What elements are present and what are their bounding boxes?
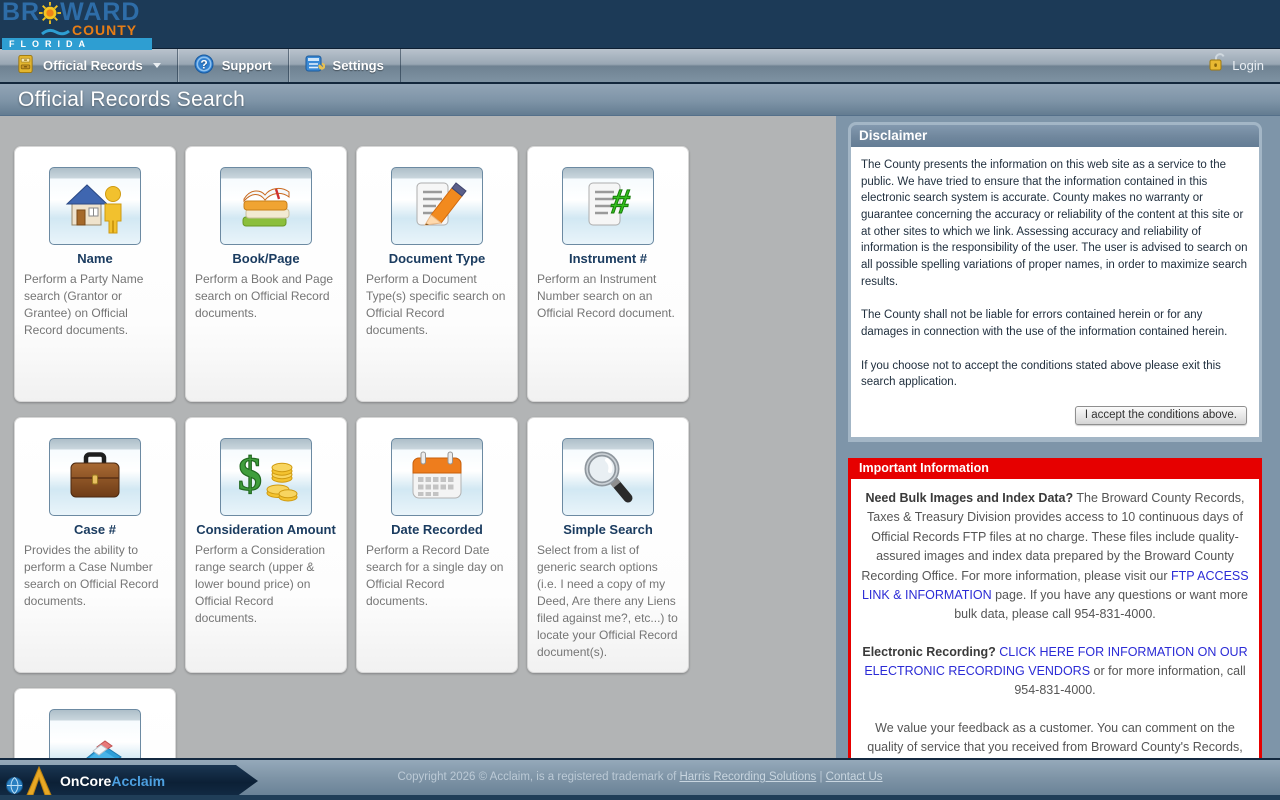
main-content: Name Perform a Party Name search (Granto… <box>0 116 1280 758</box>
card-title: Document Type <box>361 251 513 266</box>
card-consideration-amount-search[interactable]: $ Consideration Amount Perform a Conside… <box>185 417 347 673</box>
document-hash-icon: # <box>562 167 654 245</box>
logo-florida-bar: FLORIDA <box>2 38 152 50</box>
logo-text-ward: WARD <box>60 1 140 23</box>
svg-text:$: $ <box>238 448 262 501</box>
card-book-page-search[interactable]: Book/Page Perform a Book and Page search… <box>185 146 347 402</box>
important-information-header: Important Information <box>851 458 1259 479</box>
page-title: Official Records Search <box>18 88 245 112</box>
card-instrument-search[interactable]: # Instrument # Perform an Instrument Num… <box>527 146 689 402</box>
card-title: Name <box>19 251 171 266</box>
app-header: BR WARD COUNTY FLORIDA <box>0 0 1280 48</box>
svg-text:?: ? <box>200 58 207 72</box>
card-description: Perform a Record Date search for a singl… <box>357 542 517 610</box>
card-description: Perform an Instrument Number search on a… <box>528 271 688 322</box>
contact-us-link[interactable]: Contact Us <box>826 771 883 783</box>
card-document-type-search[interactable]: Document Type Perform a Document Type(s)… <box>356 146 518 402</box>
app-footer: OnCoreAcclaim Copyright 2026 © Acclaim, … <box>0 758 1280 800</box>
copyright-text: Copyright 2026 © Acclaim, is a registere… <box>0 771 1280 783</box>
calendar-icon <box>391 438 483 516</box>
file-cabinet-icon <box>16 54 35 77</box>
card-description: Provides the ability to perform a Case N… <box>15 542 175 610</box>
card-title: Book/Page <box>190 251 342 266</box>
card-title: Instrument # <box>532 251 684 266</box>
house-person-icon <box>49 167 141 245</box>
card-date-recorded-search[interactable]: Date Recorded Perform a Record Date sear… <box>356 417 518 673</box>
electronic-recording-paragraph: Electronic Recording? CLICK HERE FOR INF… <box>861 643 1249 701</box>
navbar-spacer <box>401 49 1190 82</box>
briefcase-icon <box>49 438 141 516</box>
card-partial-clipped[interactable] <box>14 688 176 758</box>
padlock-open-icon <box>1206 53 1226 78</box>
card-case-number-search[interactable]: Case # Provides the ability to perform a… <box>14 417 176 673</box>
disclaimer-paragraph: The County shall not be liable for error… <box>861 307 1249 340</box>
main-navbar: Official Records ? Support Settings Logi… <box>0 48 1280 84</box>
nav-settings[interactable]: Settings <box>289 49 401 82</box>
blue-folder-icon <box>49 709 141 758</box>
card-description: Perform a Book and Page search on Offici… <box>186 271 346 322</box>
info-pane: Disclaimer The County presents the infor… <box>836 116 1280 758</box>
accept-button-row: I accept the conditions above. <box>861 401 1249 429</box>
nav-support[interactable]: ? Support <box>178 49 289 82</box>
card-description: Select from a list of generic search opt… <box>528 542 688 661</box>
help-icon: ? <box>194 54 214 77</box>
card-simple-search[interactable]: Simple Search Select from a list of gene… <box>527 417 689 673</box>
nav-official-records[interactable]: Official Records <box>0 49 178 82</box>
settings-icon <box>305 54 325 77</box>
books-icon <box>220 167 312 245</box>
card-description: Perform a Party Name search (Grantor or … <box>15 271 175 339</box>
card-name-search[interactable]: Name Perform a Party Name search (Granto… <box>14 146 176 402</box>
disclaimer-panel: Disclaimer The County presents the infor… <box>848 122 1262 442</box>
document-pencil-icon <box>391 167 483 245</box>
nav-label: Support <box>222 58 272 73</box>
card-title: Date Recorded <box>361 522 513 537</box>
bulk-data-paragraph: Need Bulk Images and Index Data? The Bro… <box>861 489 1249 625</box>
dollar-coins-icon: $ <box>220 438 312 516</box>
card-title: Consideration Amount <box>190 522 342 537</box>
important-information-panel: Important Information Need Bulk Images a… <box>848 458 1262 758</box>
card-title: Simple Search <box>532 522 684 537</box>
logo-broward-text: BR WARD <box>2 0 162 24</box>
card-description: Perform a Document Type(s) specific sear… <box>357 271 517 339</box>
accept-conditions-button[interactable]: I accept the conditions above. <box>1075 406 1247 425</box>
chevron-down-icon <box>153 63 161 68</box>
footer-bottom-strip <box>0 795 1280 800</box>
feedback-paragraph: We value your feedback as a customer. Yo… <box>861 719 1249 758</box>
magnifier-icon <box>562 438 654 516</box>
disclaimer-paragraph: If you choose not to accept the conditio… <box>861 358 1249 391</box>
card-title: Case # <box>19 522 171 537</box>
broward-county-logo: BR WARD COUNTY FLORIDA <box>2 0 162 48</box>
harris-recording-solutions-link[interactable]: Harris Recording Solutions <box>679 771 816 783</box>
svg-text:#: # <box>608 183 632 221</box>
login-button[interactable]: Login <box>1190 49 1280 82</box>
disclaimer-paragraph: The County presents the information on t… <box>861 157 1249 290</box>
page-title-bar: Official Records Search <box>0 84 1280 116</box>
login-label: Login <box>1232 58 1264 73</box>
card-description: Perform a Consideration range search (up… <box>186 542 346 627</box>
logo-text-br: BR <box>2 1 40 23</box>
wave-icon <box>40 24 70 40</box>
search-cards-grid: Name Perform a Party Name search (Granto… <box>14 146 714 758</box>
nav-label: Official Records <box>43 58 143 73</box>
disclaimer-header: Disclaimer <box>851 125 1259 147</box>
nav-label: Settings <box>333 58 384 73</box>
search-options-pane: Name Perform a Party Name search (Granto… <box>0 116 836 758</box>
logo-county-text: COUNTY <box>2 22 162 36</box>
